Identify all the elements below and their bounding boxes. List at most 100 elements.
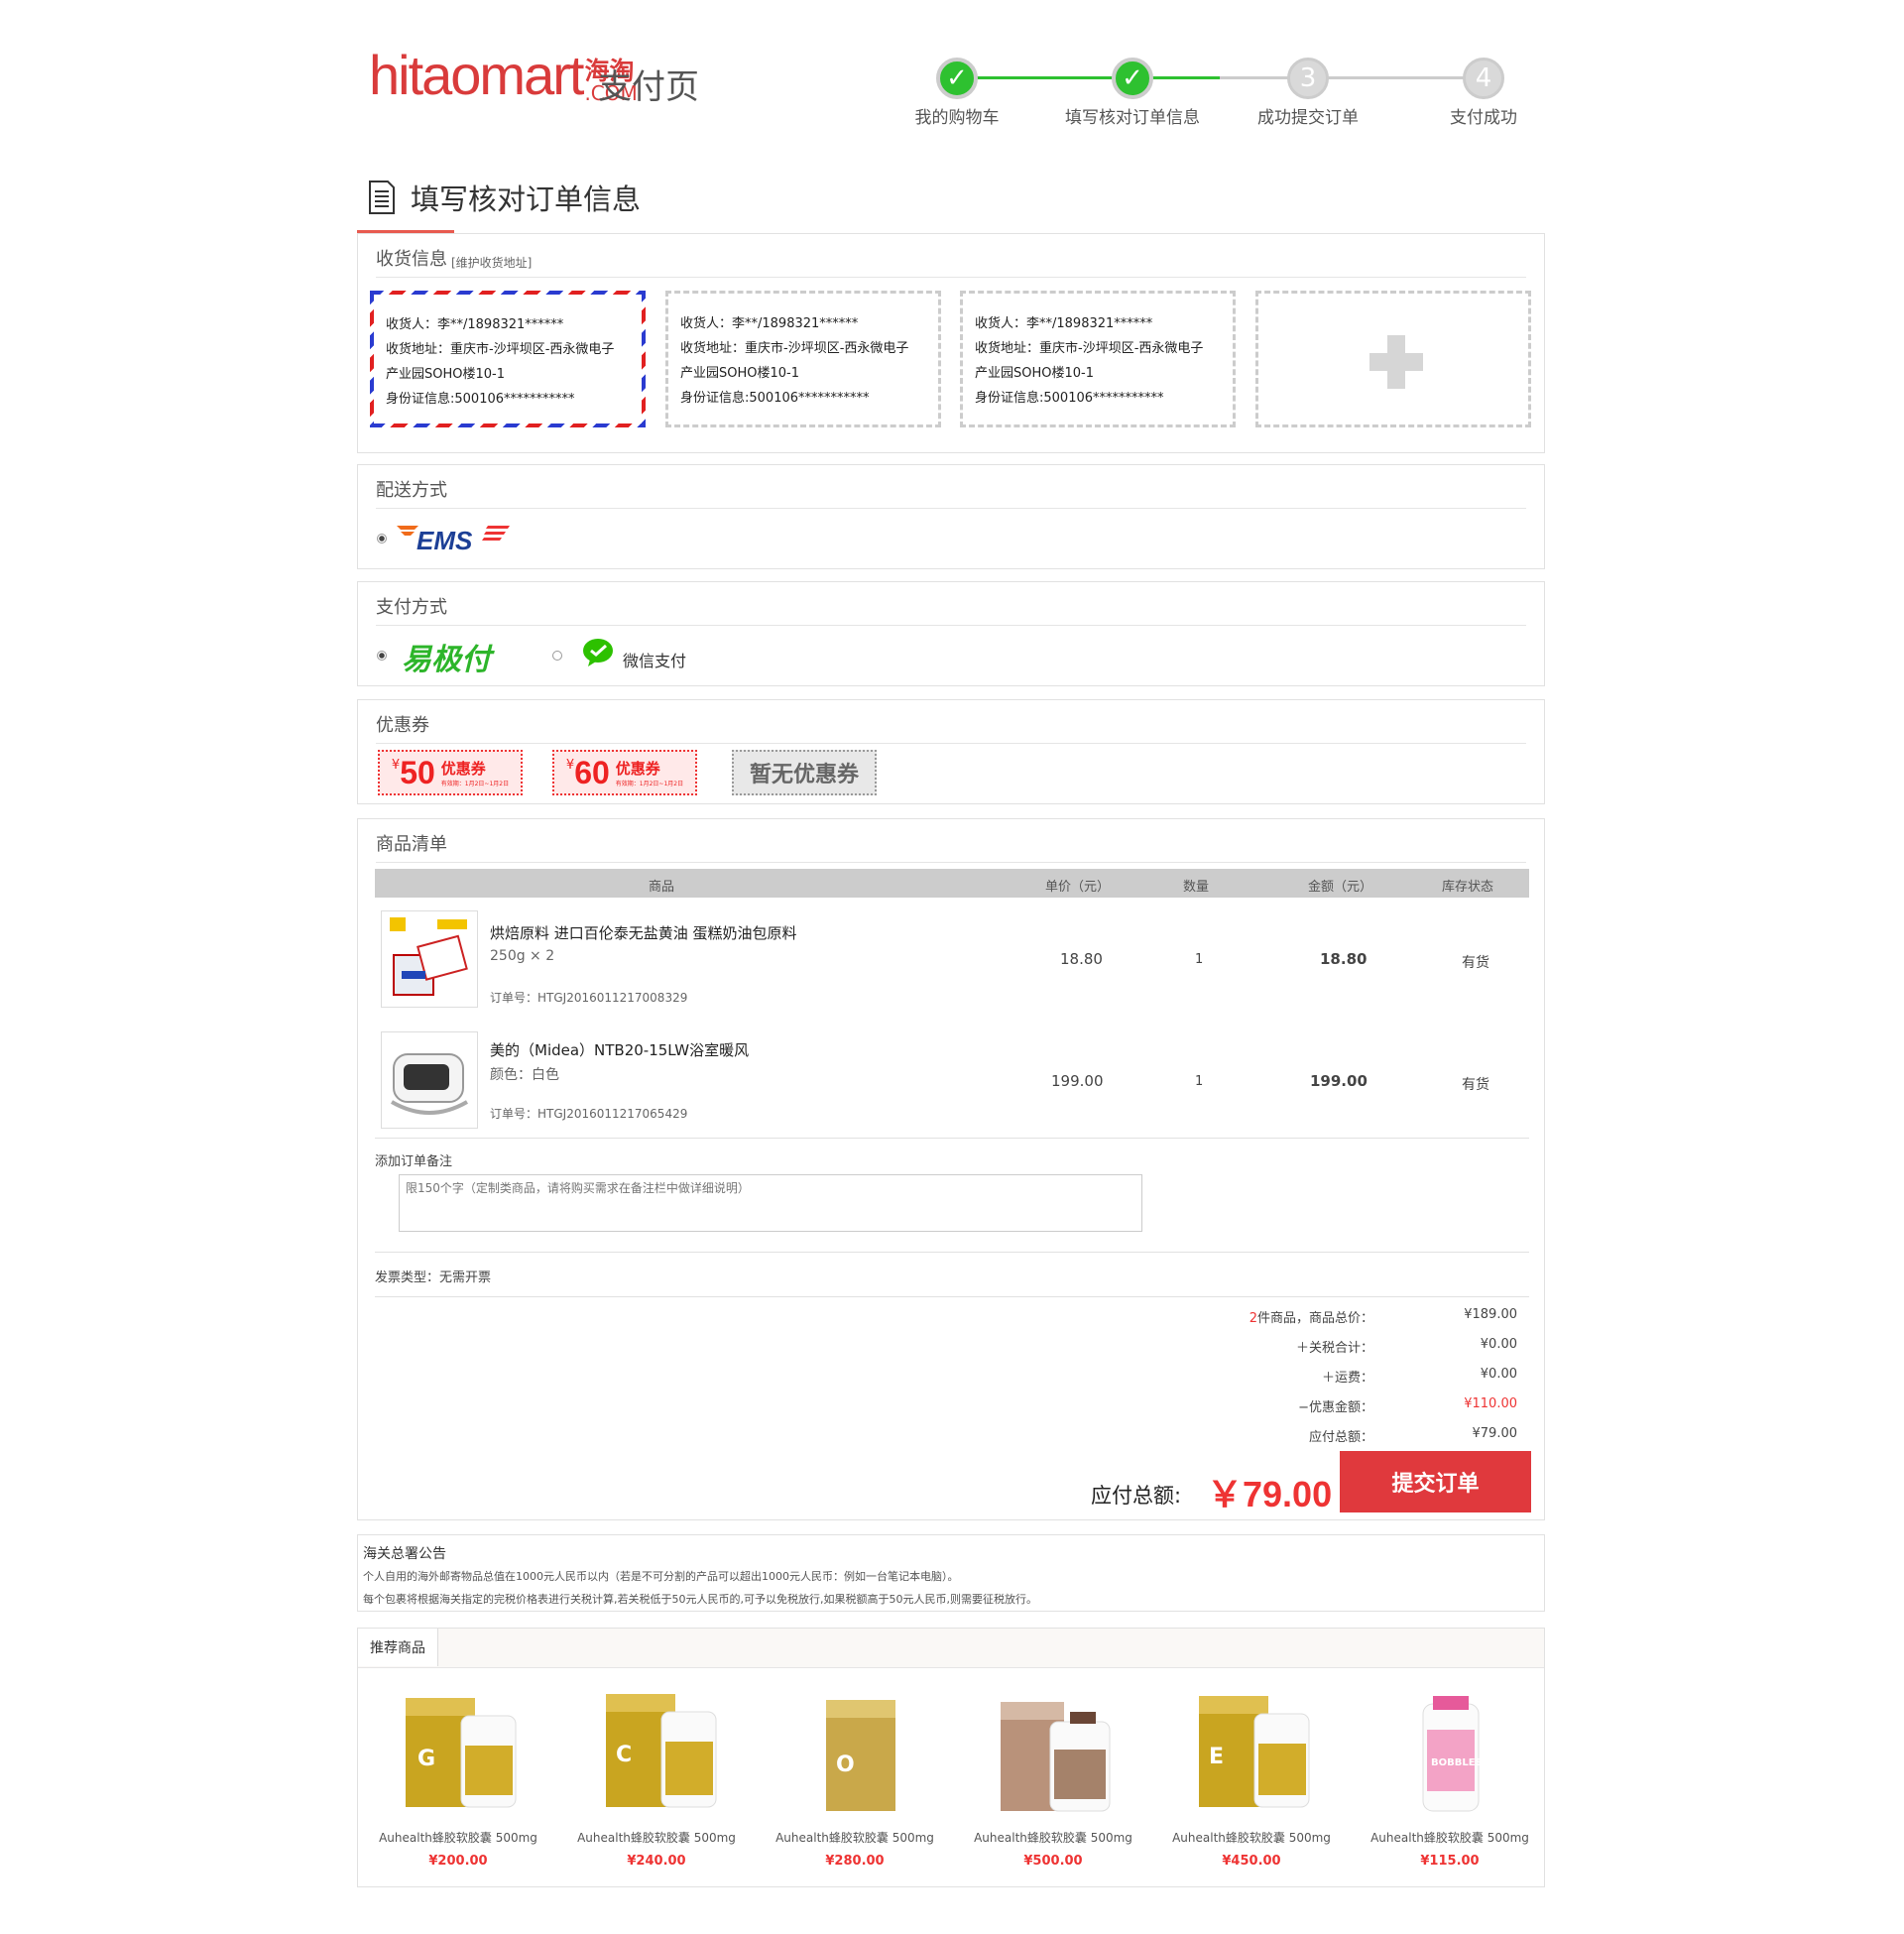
- recommend-product-6[interactable]: BOBBLES Auhealth蜂胶软胶囊 500mg ¥115.00: [1351, 1686, 1549, 1869]
- product-bottle-image: G: [406, 1698, 517, 1808]
- page-name: 支付页: [598, 67, 699, 107]
- address-line-2: 产业园SOHO楼10-1: [386, 367, 505, 382]
- address-line: 收货地址：重庆市-沙坪坝区-西永微电子: [680, 341, 909, 356]
- summary-discount-label: −优惠金额：: [1298, 1400, 1373, 1415]
- product-name[interactable]: Auhealth蜂胶软胶囊 500mg: [1152, 1829, 1351, 1846]
- address-card-1[interactable]: 收货人：李**/1898321****** 收货地址：重庆市-沙坪坝区-西永微电…: [370, 291, 646, 427]
- manage-address-link[interactable]: [维护收货地址]: [451, 254, 532, 271]
- delivery-ems-radio[interactable]: [377, 534, 387, 544]
- recommend-product-4[interactable]: Auhealth蜂胶软胶囊 500mg ¥500.00: [954, 1686, 1152, 1869]
- svg-text:C: C: [616, 1743, 632, 1767]
- logo-text: hitaomart: [369, 44, 584, 106]
- product-name[interactable]: 烘焙原料 进口百伦泰无盐黄油 蛋糕奶油包原料: [490, 922, 797, 943]
- product-bottle-image: BOBBLES: [1422, 1696, 1483, 1812]
- product-image-heater[interactable]: [381, 1031, 478, 1129]
- col-unit-price: 单价（元）: [1045, 880, 1111, 895]
- address-id: 身份证信息:500106***********: [386, 392, 575, 407]
- product-image-butter[interactable]: [381, 910, 478, 1008]
- product-price: ¥115.00: [1420, 1854, 1480, 1869]
- address-receiver: 收货人：李**/1898321******: [975, 316, 1153, 331]
- address-line: 收货地址：重庆市-沙坪坝区-西永微电子: [386, 342, 615, 357]
- payment-yijifu-radio[interactable]: [377, 651, 387, 661]
- delivery-panel: 配送方式: [357, 464, 1545, 569]
- divider: [375, 1138, 1529, 1139]
- step-4-label: 支付成功: [1450, 108, 1517, 128]
- ems-logo-icon: EMS: [397, 526, 510, 555]
- divider: [375, 1252, 1529, 1253]
- address-card-3[interactable]: 收货人：李**/1898321****** 收货地址：重庆市-沙坪坝区-西永微电…: [960, 291, 1236, 427]
- order-remark-input[interactable]: [399, 1174, 1142, 1232]
- coupon-60[interactable]: ¥ 60 优惠券 有效期：1月2日~1月2日: [552, 750, 697, 795]
- yijifu-logo[interactable]: 易极付: [402, 635, 491, 678]
- summary-freight: ¥0.00: [1480, 1367, 1517, 1382]
- svg-text:BOBBLES: BOBBLES: [1431, 1757, 1483, 1768]
- product-spec: 颜色：白色: [490, 1067, 559, 1083]
- step-3-label: 成功提交订单: [1257, 108, 1359, 128]
- svg-text:G: G: [417, 1747, 435, 1771]
- ems-logo[interactable]: EMS: [397, 522, 512, 557]
- payment-panel: 支付方式: [357, 581, 1545, 686]
- invoice-type: 发票类型：无需开票: [375, 1270, 492, 1285]
- recommend-product-2[interactable]: C Auhealth蜂胶软胶囊 500mg ¥240.00: [557, 1686, 756, 1869]
- delivery-title: 配送方式: [376, 465, 1526, 509]
- address-card-2[interactable]: 收货人：李**/1898321****** 收货地址：重庆市-沙坪坝区-西永微电…: [665, 291, 941, 427]
- summary-tax-label: ＋关税合计：: [1295, 1341, 1373, 1356]
- customs-line-1: 个人自用的海外邮寄物品总值在1000元人民币以内（若是不可分割的产品可以超出10…: [363, 1570, 959, 1583]
- col-quantity: 数量: [1183, 880, 1210, 895]
- product-price: ¥240.00: [627, 1854, 686, 1869]
- coupon-50[interactable]: ¥ 50 优惠券 有效期：1月2日~1月2日: [378, 750, 523, 795]
- payment-title: 支付方式: [376, 582, 1526, 626]
- address-id: 身份证信息:500106***********: [680, 391, 870, 406]
- summary-goods-count-label: 2件商品，商品总价：: [1249, 1311, 1373, 1326]
- col-product: 商品: [649, 880, 675, 895]
- summary-goods-total: ¥189.00: [1464, 1307, 1517, 1322]
- recommend-product-3[interactable]: O Auhealth蜂胶软胶囊 500mg ¥280.00: [756, 1686, 954, 1869]
- product-spec: 250g × 2: [490, 948, 555, 964]
- document-icon: [369, 181, 395, 214]
- recommend-product-1[interactable]: G Auhealth蜂胶软胶囊 500mg ¥200.00: [359, 1686, 557, 1869]
- product-name[interactable]: Auhealth蜂胶软胶囊 500mg: [756, 1829, 954, 1846]
- col-stock: 库存状态: [1442, 880, 1494, 895]
- coupon-panel: 优惠券: [357, 699, 1545, 804]
- section-title: 填写核对订单信息: [367, 177, 641, 218]
- coupon-title: 优惠券: [376, 700, 1526, 744]
- customs-line-2: 每个包裹将根据海关指定的完税价格表进行关税计算,若关税低于50元人民币的,可予以…: [363, 1593, 1037, 1606]
- payment-wechat-radio[interactable]: [552, 651, 562, 661]
- product-order-no: 订单号：HTGJ2016011217008329: [490, 991, 688, 1005]
- address-id: 身份证信息:500106***********: [975, 391, 1164, 406]
- step-2-check-icon: ✓: [1112, 58, 1153, 99]
- tab-recommend[interactable]: 推荐商品: [358, 1629, 438, 1666]
- product-name[interactable]: Auhealth蜂胶软胶囊 500mg: [954, 1829, 1152, 1846]
- step-3-marker: 3: [1287, 58, 1329, 99]
- remark-label: 添加订单备注: [375, 1154, 453, 1169]
- ems-logo-text: EMS: [416, 526, 473, 553]
- plus-icon: [1369, 335, 1423, 389]
- product-name[interactable]: Auhealth蜂胶软胶囊 500mg: [1351, 1829, 1549, 1846]
- summary-discount: ¥110.00: [1464, 1396, 1517, 1411]
- product-name[interactable]: 美的（Midea）NTB20-15LW浴室暖风: [490, 1039, 749, 1060]
- recommend-product-5[interactable]: E Auhealth蜂胶软胶囊 500mg ¥450.00: [1152, 1686, 1351, 1869]
- svg-text:O: O: [836, 1753, 855, 1777]
- product-bottle-image: C: [606, 1694, 717, 1808]
- product-price: ¥450.00: [1222, 1854, 1281, 1869]
- col-amount: 金额（元）: [1308, 880, 1373, 895]
- address-line-2: 产业园SOHO楼10-1: [680, 366, 799, 381]
- summary-payable: ¥79.00: [1472, 1426, 1518, 1441]
- step-4-marker: 4: [1463, 58, 1504, 99]
- add-address-card[interactable]: [1255, 291, 1531, 427]
- address-receiver: 收货人：李**/1898321******: [680, 316, 859, 331]
- submit-order-button[interactable]: 提交订单: [1340, 1451, 1531, 1512]
- wechat-pay-label[interactable]: 微信支付: [623, 648, 686, 671]
- summary-payable-label: 应付总额：: [1308, 1430, 1373, 1445]
- divider: [375, 1296, 1529, 1297]
- product-stock: 有货: [1462, 1077, 1489, 1093]
- product-price: ¥500.00: [1023, 1854, 1083, 1869]
- product-bottle-image: E: [1199, 1696, 1310, 1808]
- product-name[interactable]: Auhealth蜂胶软胶囊 500mg: [359, 1829, 557, 1846]
- total-label: 应付总额:: [1091, 1484, 1182, 1508]
- product-unit-price: 18.80: [1060, 950, 1103, 968]
- svg-text:E: E: [1209, 1745, 1224, 1769]
- product-name[interactable]: Auhealth蜂胶软胶囊 500mg: [557, 1829, 756, 1846]
- shipping-info-header: 收货信息 [维护收货地址]: [376, 234, 1526, 278]
- step-pending-line: [1220, 76, 1488, 79]
